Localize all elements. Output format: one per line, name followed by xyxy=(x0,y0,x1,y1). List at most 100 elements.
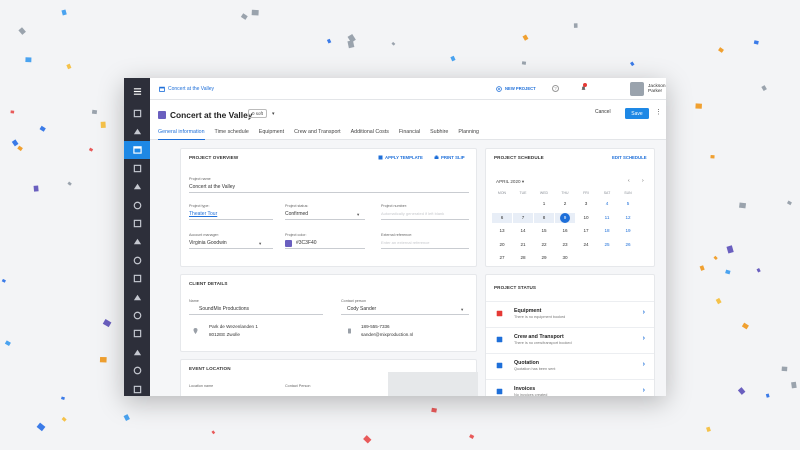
rail-hierarchy-icon[interactable] xyxy=(124,251,150,269)
calendar-day[interactable]: 15 xyxy=(534,226,554,236)
tab-crew-and-transport[interactable]: Crew and Transport xyxy=(294,129,341,140)
calendar-day[interactable]: 24 xyxy=(576,240,596,250)
rail-clipboard-icon[interactable] xyxy=(124,196,150,214)
more-options-icon[interactable]: ⋮ xyxy=(655,108,662,116)
prev-month-button[interactable]: ‹ xyxy=(628,178,630,184)
calendar-day[interactable]: 1 xyxy=(534,199,554,209)
apply-template-button[interactable]: APPLY TEMPLATE xyxy=(378,155,423,160)
rail-contact-card-icon[interactable] xyxy=(124,178,150,196)
rail-clock-icon[interactable] xyxy=(124,361,150,379)
calendar-day[interactable]: 8 xyxy=(534,212,554,223)
calendar-day[interactable]: 28 xyxy=(513,253,533,263)
project-color-value[interactable]: #3C3F40 xyxy=(296,240,317,246)
status-item-crew-and-transport[interactable]: Crew and Transport There is no crew/trans… xyxy=(486,327,654,353)
chevron-right-icon[interactable]: › xyxy=(643,387,645,394)
calendar-day[interactable]: 4 xyxy=(597,199,617,209)
breadcrumb-label: Concert at the Valley xyxy=(168,85,215,92)
calendar-month-select[interactable]: APRIL 2020 ▾ xyxy=(496,179,524,185)
rail-chat-icon[interactable] xyxy=(124,159,150,177)
calendar-day[interactable]: 29 xyxy=(534,253,554,263)
calendar-day[interactable]: 3 xyxy=(576,199,596,209)
calendar-day[interactable]: 10 xyxy=(576,213,596,223)
rail-truck-icon[interactable] xyxy=(124,306,150,324)
calendar-day[interactable]: 20 xyxy=(492,240,512,250)
help-icon[interactable]: ? xyxy=(552,85,559,92)
edit-schedule-button[interactable]: EDIT SCHEDULE xyxy=(612,155,647,160)
calendar-day[interactable]: 11 xyxy=(597,213,617,223)
calendar-day[interactable]: 19 xyxy=(618,226,638,236)
chevron-down-icon[interactable]: ▾ xyxy=(272,111,275,117)
calendar-day[interactable]: 7 xyxy=(513,212,533,223)
rail-menu-icon[interactable] xyxy=(124,78,150,104)
rail-money-icon[interactable] xyxy=(124,233,150,251)
chevron-down-icon[interactable]: ▾ xyxy=(461,307,463,313)
calendar-day[interactable]: 30 xyxy=(555,253,575,263)
tab-financial[interactable]: Financial xyxy=(399,129,420,140)
tab-time-schedule[interactable]: Time schedule xyxy=(215,129,249,140)
project-color-swatch[interactable] xyxy=(285,240,292,247)
calendar-day[interactable]: 25 xyxy=(597,240,617,250)
confetti-piece xyxy=(60,396,65,400)
calendar-day[interactable]: 5 xyxy=(618,199,638,209)
rail-team-icon[interactable] xyxy=(124,288,150,306)
calendar-day[interactable]: 6 xyxy=(492,212,512,223)
chevron-right-icon[interactable]: › xyxy=(643,361,645,368)
calendar-day[interactable]: 16 xyxy=(555,226,575,236)
tab-additional-costs[interactable]: Additional Costs xyxy=(351,129,389,140)
rail-calendar-icon[interactable] xyxy=(124,140,150,160)
next-month-button[interactable]: › xyxy=(642,178,644,184)
rail-dashboard-icon[interactable] xyxy=(124,104,150,122)
external-reference-input[interactable]: Enter an external reference xyxy=(381,240,429,245)
tab-subhire[interactable]: Subhire xyxy=(430,129,448,140)
print-slip-button[interactable]: PRINT SLIP xyxy=(434,155,465,160)
status-dropdown[interactable]: 0 soft xyxy=(248,109,268,118)
location-map[interactable] xyxy=(388,372,478,396)
page-title: Concert at the Valley xyxy=(170,110,253,120)
chevron-right-icon[interactable]: › xyxy=(643,335,645,342)
chevron-down-icon[interactable]: ▾ xyxy=(259,241,261,247)
calendar-day[interactable]: 23 xyxy=(555,240,575,250)
breadcrumb[interactable]: Concert at the Valley xyxy=(159,86,214,92)
contact-phone[interactable]: 189-555-7336 xyxy=(361,324,390,329)
calendar-day[interactable]: 17 xyxy=(576,226,596,236)
confetti-piece xyxy=(39,125,46,132)
calendar-day[interactable]: 12 xyxy=(618,213,638,223)
chevron-right-icon[interactable]: › xyxy=(643,309,645,316)
calendar-day[interactable]: 14 xyxy=(513,226,533,236)
user-name[interactable]: Jackson Parker xyxy=(648,84,666,94)
rail-box-icon[interactable] xyxy=(124,270,150,288)
account-manager-select[interactable]: Virginia Goodwin xyxy=(189,240,227,246)
rail-globe-icon[interactable] xyxy=(124,122,150,140)
calendar-day[interactable]: 27 xyxy=(492,253,512,263)
calendar-day[interactable]: 9 xyxy=(555,212,575,223)
contact-email[interactable]: sander@mixproduction.nl xyxy=(361,332,413,337)
avatar[interactable] xyxy=(630,82,644,96)
calendar-day[interactable]: 21 xyxy=(513,240,533,250)
client-name-input[interactable]: SoundMix Productions xyxy=(199,306,249,312)
cancel-button[interactable]: Cancel xyxy=(595,109,611,115)
calendar-day[interactable]: 26 xyxy=(618,240,638,250)
calendar-day[interactable]: 2 xyxy=(555,199,575,209)
status-item-equipment[interactable]: Equipment There is no equipment booked › xyxy=(486,301,654,327)
save-button[interactable]: Save xyxy=(625,108,649,119)
rail-file-icon[interactable] xyxy=(124,325,150,343)
tab-equipment[interactable]: Equipment xyxy=(259,129,284,140)
rail-checkbox-icon[interactable] xyxy=(124,343,150,361)
calendar-day[interactable]: 18 xyxy=(597,226,617,236)
status-item-quotation[interactable]: Quotation Quotation has been sent › xyxy=(486,353,654,379)
calendar-day[interactable]: 22 xyxy=(534,240,554,250)
project-type-link[interactable]: Theater Tour xyxy=(189,211,217,217)
notification-bell-icon[interactable] xyxy=(580,83,587,94)
project-number-input[interactable]: Automatically generated if left blank xyxy=(381,211,444,216)
calendar-day[interactable]: 13 xyxy=(492,226,512,236)
tab-planning[interactable]: Planning xyxy=(458,129,479,140)
chevron-down-icon[interactable]: ▾ xyxy=(357,212,359,218)
rail-wrench-icon[interactable] xyxy=(124,380,150,396)
new-project-button[interactable]: NEW PROJECT xyxy=(496,85,536,92)
project-status-select[interactable]: Confirmed xyxy=(285,211,308,217)
tab-general-information[interactable]: General information xyxy=(158,129,205,140)
rail-compass-icon[interactable] xyxy=(124,214,150,232)
status-item-invoices[interactable]: Invoices No invoices created › xyxy=(486,379,654,396)
project-name-input[interactable]: Concert at the Valley xyxy=(189,184,235,190)
contact-person-select[interactable]: Cody Sander xyxy=(347,306,376,312)
